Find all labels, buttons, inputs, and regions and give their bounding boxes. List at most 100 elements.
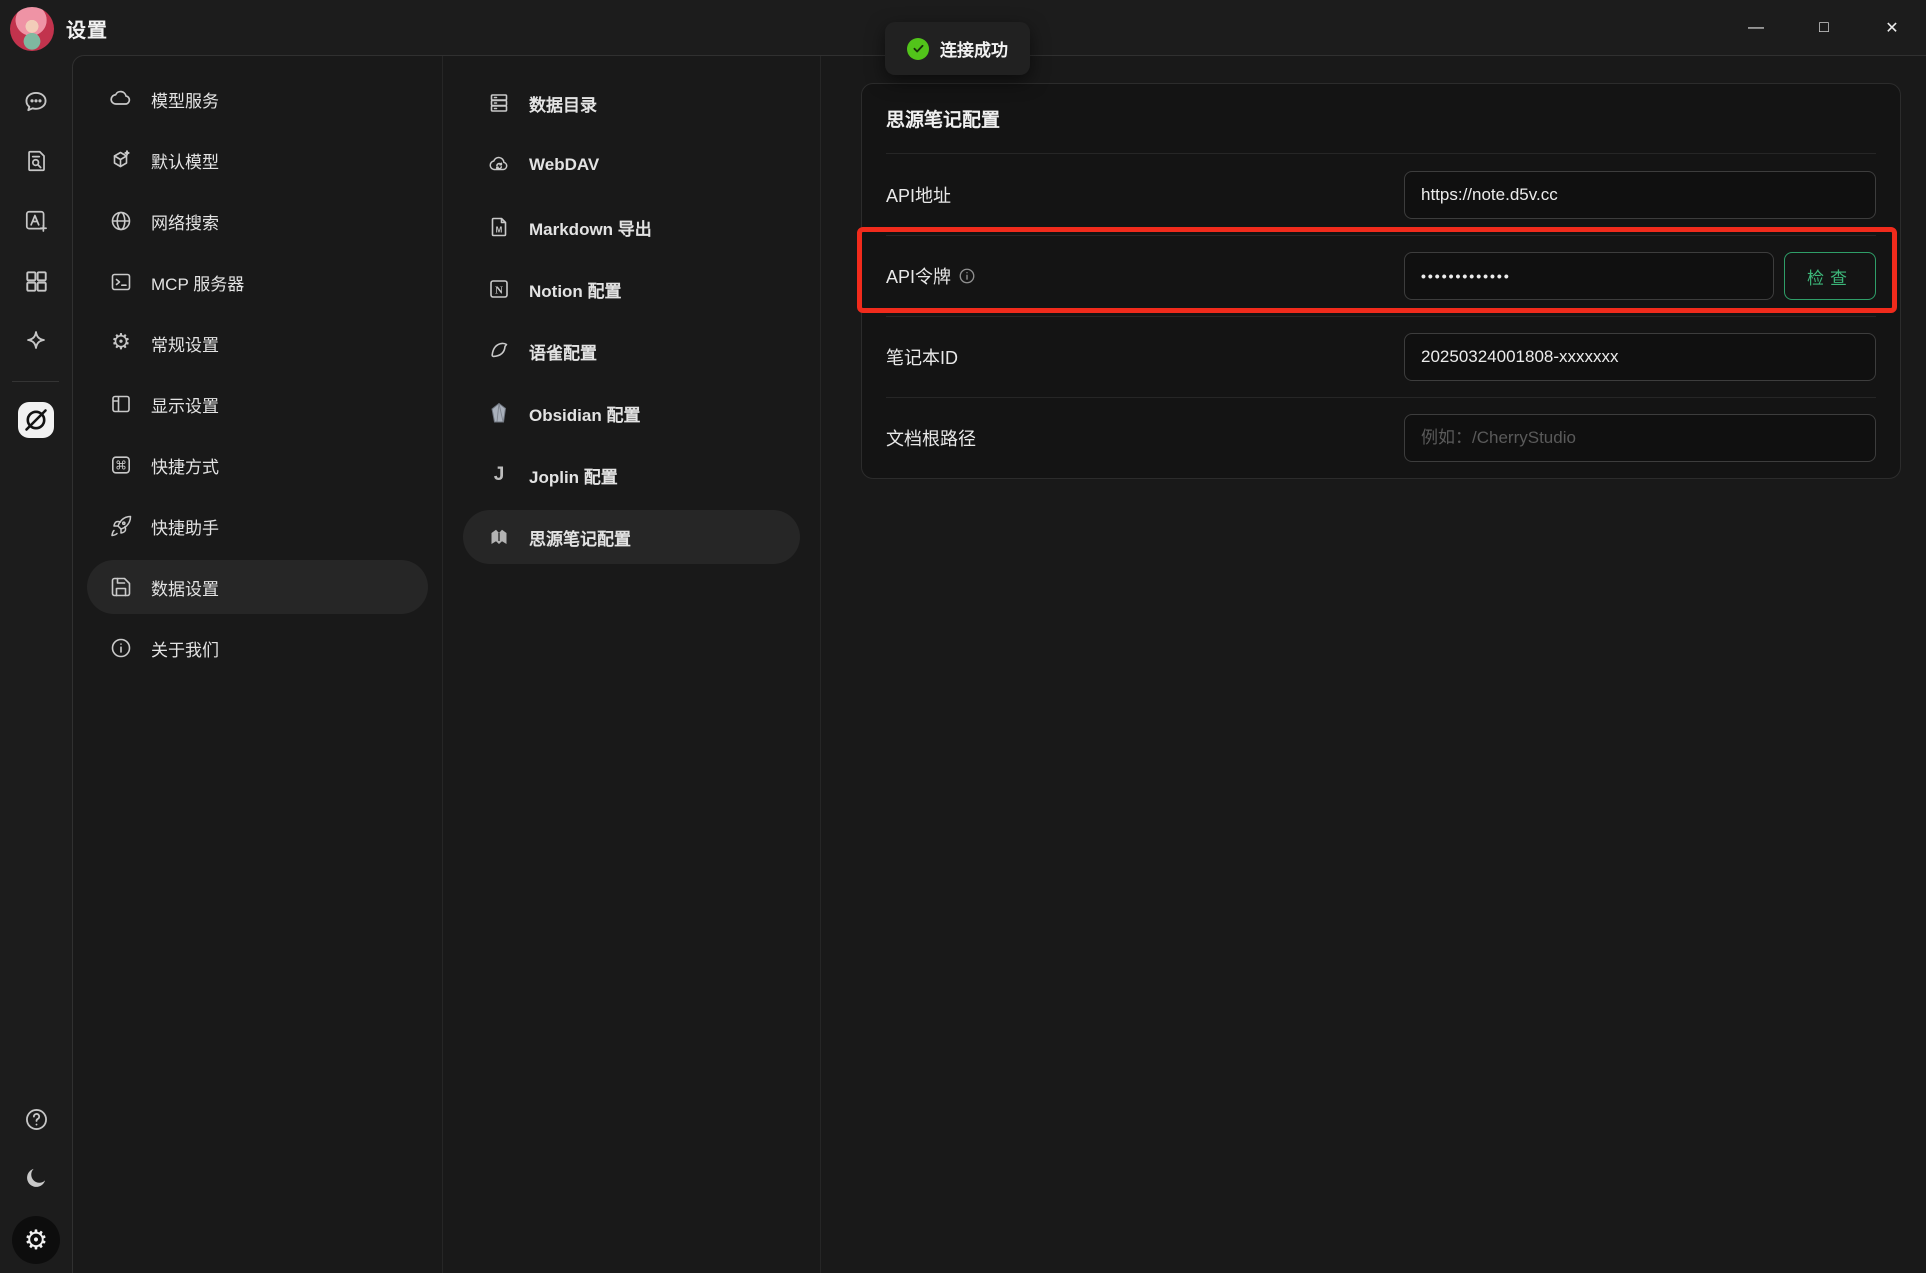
subnav-item-label: Markdown 导出 [529,215,652,240]
sidebar-item-label: 数据设置 [151,575,219,600]
page-title: 设置 [66,14,108,43]
api-token-label: API令牌 [886,263,976,289]
sidebar-item-label: 网络搜索 [151,209,219,234]
toast-connection-success: 连接成功 [885,22,1030,75]
settings-gear-icon[interactable]: ⚙ [12,1216,60,1264]
subnav-item-data-directory[interactable]: 数据目录 [463,76,800,130]
subnav-item-label: 语雀配置 [529,339,597,364]
sidebar-item-model-services[interactable]: 模型服务 [87,72,428,126]
sidebar-item-shortcuts[interactable]: ⌘ 快捷方式 [87,438,428,492]
cloud-icon [109,87,133,111]
layout-icon [109,392,133,416]
toast-text: 连接成功 [940,36,1008,61]
notebook-id-label: 笔记本ID [886,344,958,370]
sidebar-item-label: 显示设置 [151,392,219,417]
command-icon: ⌘ [109,453,133,477]
notebook-id-row: 笔记本ID [886,316,1876,397]
api-address-row: API地址 [886,154,1876,235]
check-token-button[interactable]: 检查 [1784,252,1876,300]
drawers-icon [487,91,511,115]
obsidian-gem-icon [487,401,511,425]
api-address-label: API地址 [886,182,951,208]
notebook-id-input[interactable] [1404,333,1876,381]
subnav-item-label: WebDAV [529,155,599,175]
subnav-item-notion-config[interactable]: N Notion 配置 [463,262,800,316]
sidebar-item-default-models[interactable]: 默认模型 [87,133,428,187]
card-title: 思源笔记配置 [886,105,1000,132]
dark-mode-moon-icon[interactable] [21,1163,51,1193]
user-avatar[interactable] [10,7,54,51]
help-icon[interactable] [21,1104,51,1134]
api-token-label-text: API令牌 [886,263,951,289]
chat-icon[interactable] [21,87,51,117]
subnav-item-label: Notion 配置 [529,277,622,302]
settings-sidebar: 模型服务 默认模型 网络搜索 MCP 服务器 ⚙ [73,56,443,1273]
window-controls: — □ ✕ [1722,0,1926,55]
subnav-item-obsidian-config[interactable]: Obsidian 配置 [463,386,800,440]
sidebar-item-about-us[interactable]: 关于我们 [87,621,428,675]
siyuan-config-card: 思源笔记配置 API地址 API令牌 检查 笔记本ID [861,83,1901,479]
subnav-item-label: Joplin 配置 [529,463,618,488]
doc-root-path-input[interactable] [1404,414,1876,462]
doc-root-path-label: 文档根路径 [886,425,976,451]
cube-sparkle-icon [109,148,133,172]
doc-root-path-row: 文档根路径 [886,397,1876,478]
sidebar-item-mcp-servers[interactable]: MCP 服务器 [87,255,428,309]
sidebar-item-quick-assistant[interactable]: 快捷助手 [87,499,428,553]
yuque-bird-icon [487,339,511,363]
knowledge-search-icon[interactable] [21,146,51,176]
subnav-item-joplin-config[interactable]: J Joplin 配置 [463,448,800,502]
sidebar-item-general-settings[interactable]: ⚙ 常规设置 [87,316,428,370]
settings-panel: 模型服务 默认模型 网络搜索 MCP 服务器 ⚙ [72,55,1926,1273]
token-input-group: 检查 [1404,252,1876,300]
svg-text:N: N [495,285,503,297]
subnav-item-markdown-export[interactable]: M Markdown 导出 [463,200,800,254]
api-token-row: API令牌 检查 [886,235,1876,316]
data-settings-subnav: 数据目录 WebDAV M Markdown 导出 [443,56,821,1273]
maximize-button[interactable]: □ [1790,0,1858,55]
globe-icon [109,209,133,233]
sparkle-icon[interactable] [21,327,51,357]
rocket-icon [109,514,133,538]
sidebar-item-label: 模型服务 [151,87,219,112]
subnav-item-siyuan-config[interactable]: 思源笔记配置 [463,510,800,564]
notion-icon: N [487,277,511,301]
terminal-icon [109,270,133,294]
apps-grid-icon[interactable] [21,266,51,296]
token-info-icon[interactable] [958,267,976,285]
markdown-file-icon: M [487,215,511,239]
sidebar-item-display-settings[interactable]: 显示设置 [87,377,428,431]
rail-divider [12,381,59,382]
info-icon [109,636,133,660]
siyuan-icon [487,525,511,549]
floppy-icon [109,575,133,599]
success-check-icon [907,38,929,60]
cloud-sync-icon [487,153,511,177]
subnav-item-label: Obsidian 配置 [529,401,640,426]
subnav-item-webdav[interactable]: WebDAV [463,138,800,192]
sidebar-item-label: 常规设置 [151,331,219,356]
translate-icon[interactable] [21,206,51,236]
subnav-item-yuque-config[interactable]: 语雀配置 [463,324,800,378]
svg-text:⌘: ⌘ [115,458,127,472]
sidebar-item-label: 快捷助手 [151,514,219,539]
minimize-button[interactable]: — [1722,0,1790,55]
subnav-item-label: 思源笔记配置 [529,525,631,550]
pinned-miniapp-icon[interactable] [17,401,55,439]
joplin-icon: J [487,463,511,487]
main-content: 思源笔记配置 API地址 API令牌 检查 笔记本ID [821,56,1926,1273]
svg-text:M: M [496,226,503,235]
sidebar-item-data-settings[interactable]: 数据设置 [87,560,428,614]
api-address-input[interactable] [1404,171,1876,219]
api-token-input[interactable] [1404,252,1774,300]
sidebar-item-label: MCP 服务器 [151,270,244,295]
gear-icon: ⚙ [109,331,133,355]
sidebar-item-label: 关于我们 [151,636,219,661]
card-header: 思源笔记配置 [886,84,1876,154]
subnav-item-label: 数据目录 [529,91,597,116]
sidebar-item-label: 快捷方式 [151,453,219,478]
sidebar-item-web-search[interactable]: 网络搜索 [87,194,428,248]
close-button[interactable]: ✕ [1858,0,1926,55]
sidebar-item-label: 默认模型 [151,148,219,173]
left-rail: ⚙ [0,55,72,1273]
